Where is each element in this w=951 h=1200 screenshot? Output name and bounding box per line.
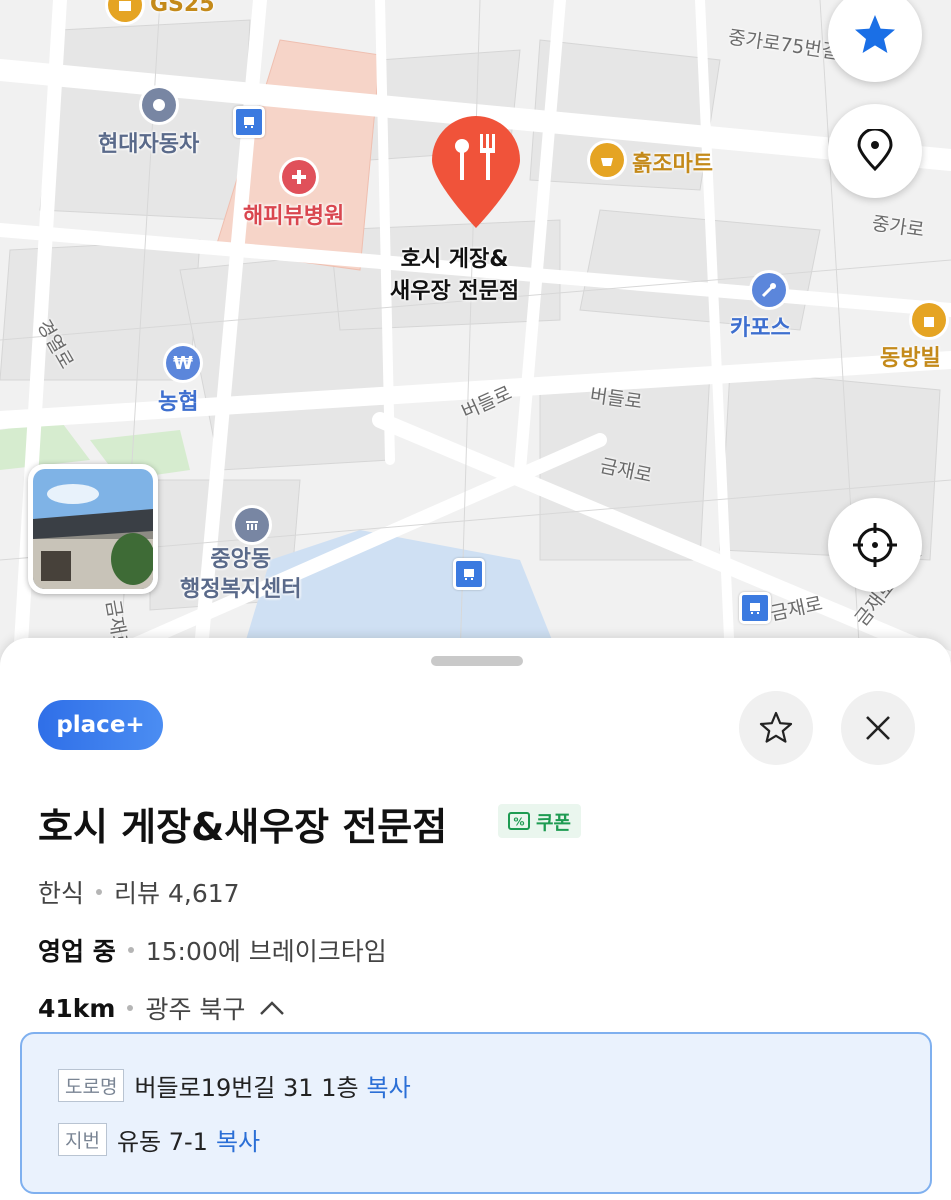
save-star-button[interactable] [739,691,813,765]
coupon-badge[interactable]: % 쿠폰 [498,804,581,838]
copy-lot-address-button[interactable]: 복사 [216,1122,260,1157]
restaurant-marker-icon [432,116,520,228]
coupon-label: 쿠폰 [536,811,571,834]
sheet-drag-handle[interactable] [431,656,523,666]
category-review-row: 한식 리뷰 4,617 [38,874,240,910]
business-hours-row[interactable]: 영업 중 15:00에 브레이크타임 [38,932,387,968]
poi-label: 동방빌 [880,346,941,371]
road-address-row: 도로명 버들로19번길 31 1층 복사 [58,1068,411,1103]
storefront-photo [33,469,153,589]
bank-icon: ₩ [166,346,200,380]
poi-label: GS25 [150,0,215,17]
shopping-bag-icon [912,303,946,337]
lot-address-value: 유동 7-1 [116,1128,208,1156]
open-status: 영업 중 [38,937,116,966]
distance-region-row[interactable]: 41km 광주 북구 [38,990,287,1026]
address-panel: 도로명 버들로19번길 31 1층 복사 지번 유동 7-1 복사 [20,1032,932,1194]
category-label: 한식 [38,879,85,908]
poi-label: 농협 [158,390,199,415]
svg-text:%: % [513,816,524,829]
place-detail-sheet: place+ 호시 게장&새우장 전문점 % 쿠폰 한식 리뷰 4,617 영업… [0,638,951,1200]
place-photo-thumbnail[interactable] [28,464,158,594]
poi-label: 해피뷰병원 [243,204,345,229]
road-address-value: 버들로19번길 31 1층 [134,1074,359,1102]
distance-label: 41km [38,993,116,1023]
road-address-tag: 도로명 [58,1069,125,1102]
place-plus-badge: place+ [38,700,163,750]
bus-stop-icon[interactable] [739,592,771,624]
lot-address-row: 지번 유동 7-1 복사 [58,1122,260,1157]
poi-label: 카포스 [730,316,791,341]
place-dot-icon [142,88,176,122]
coupon-icon: % [508,812,530,830]
chevron-up-icon [260,1001,285,1015]
star-outline-icon [759,711,793,743]
region-label: 광주 북구 [145,995,246,1024]
separator-dot [127,1005,134,1011]
bus-stop-icon[interactable] [233,106,265,138]
shopping-basket-icon [590,143,624,177]
government-building-icon [235,508,269,542]
hospital-icon [282,160,316,194]
break-time-label: 15:00에 브레이크타임 [145,937,387,966]
place-name: 호시 게장&새우장 전문점 [38,805,448,849]
separator-dot [96,889,103,895]
copy-road-address-button[interactable]: 복사 [367,1068,411,1103]
pin-button[interactable] [828,104,922,198]
close-button[interactable] [841,691,915,765]
review-count[interactable]: 리뷰 4,617 [114,874,240,910]
close-icon [866,716,890,740]
wrench-icon [752,273,786,307]
map-view[interactable]: GS25 현대자동차 해피뷰병원 흙조마트 카포스 동방빌 ₩ 농협 중앙동 행… [0,0,951,660]
poi-label: 중앙동 행정복지센터 [180,547,302,602]
selected-place-marker[interactable] [428,110,524,230]
current-location-button[interactable] [828,498,922,592]
poi-label: 흙조마트 [632,152,713,177]
bus-stop-icon[interactable] [453,558,485,590]
star-icon [855,15,895,53]
selected-place-label: 호시 게장& 새우장 전문점 [390,247,520,304]
separator-dot [127,947,134,953]
poi-label: 현대자동차 [98,132,200,157]
crosshair-icon [853,523,897,567]
location-pin-icon [857,129,893,172]
lot-address-tag: 지번 [58,1123,107,1156]
